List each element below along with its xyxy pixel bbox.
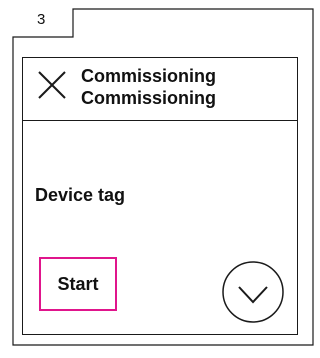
device-tag-label: Device tag [35,185,126,205]
header-bar: Commissioning Commissioning [23,58,297,121]
header-title: Commissioning Commissioning [81,65,216,109]
step-number: 3 [37,11,46,28]
header-title-line2: Commissioning [81,88,217,108]
header-title-line1: Commissioning [81,66,217,86]
device-screen: Commissioning Commissioning Device tag S… [22,57,298,335]
chevron-down-button[interactable] [221,260,285,324]
start-button[interactable]: Start [39,257,117,311]
close-icon[interactable] [35,68,69,102]
chevron-down-icon [222,261,284,323]
